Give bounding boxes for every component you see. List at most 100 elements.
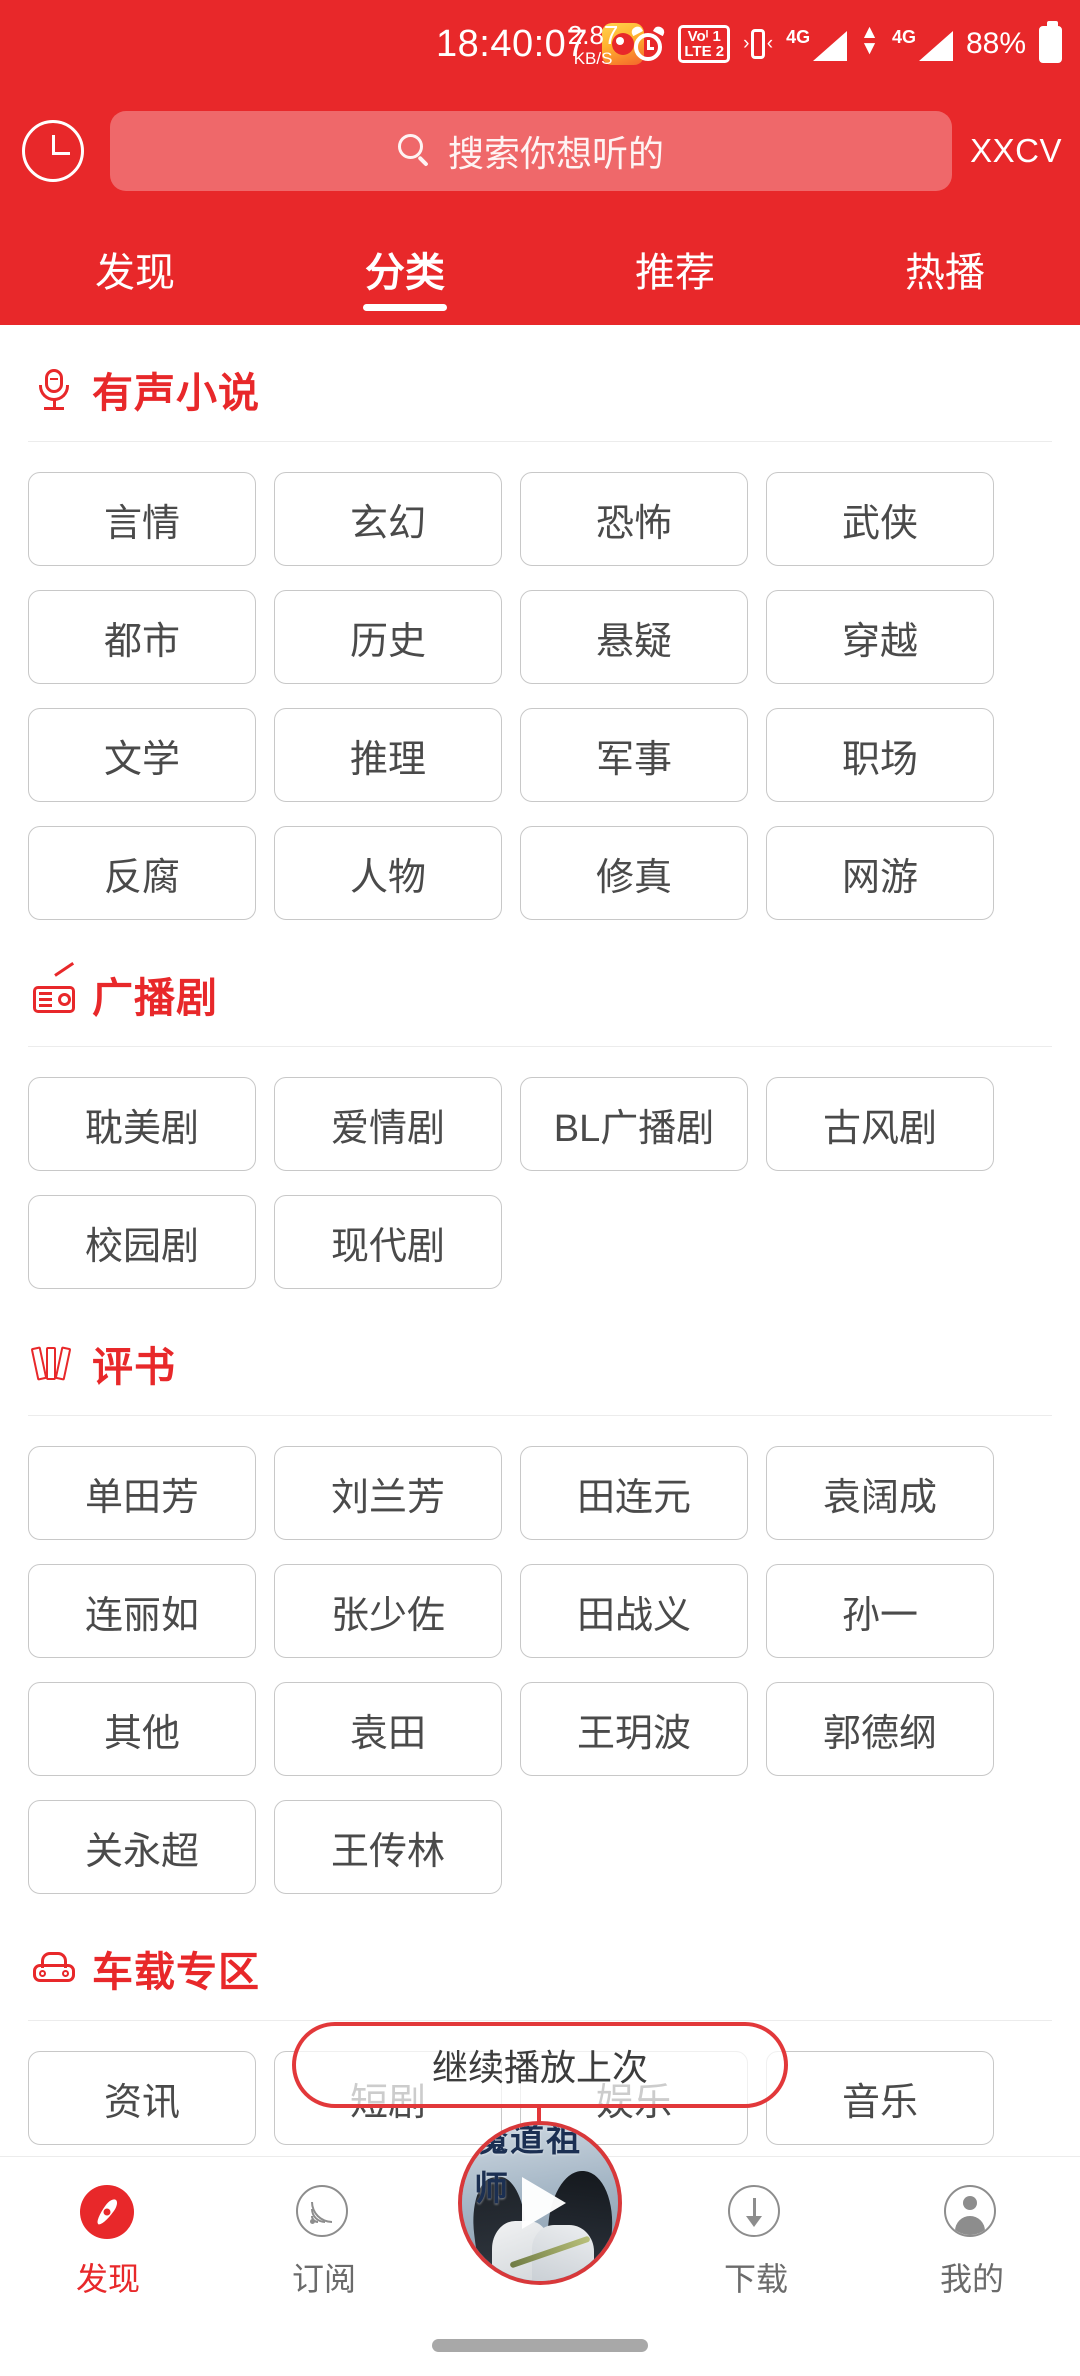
- category-chip[interactable]: 恐怖: [520, 472, 748, 566]
- category-chip[interactable]: 张少佐: [274, 1564, 502, 1658]
- nav-item-subscribe[interactable]: 订阅: [216, 2184, 432, 2300]
- category-chip[interactable]: 田连元: [520, 1446, 748, 1540]
- section-title: 车载专区: [92, 1949, 260, 1995]
- tab-bar: 发现 分类 推荐 热播: [0, 213, 1080, 325]
- tab-label: 推荐: [635, 251, 715, 295]
- category-chip[interactable]: 资讯: [28, 2051, 256, 2145]
- category-chip[interactable]: 关永超: [28, 1800, 256, 1894]
- category-chip[interactable]: 推理: [274, 708, 502, 802]
- sim2-network-label: 4G: [891, 27, 916, 47]
- category-chip[interactable]: 现代剧: [274, 1195, 502, 1289]
- category-chip[interactable]: 音乐: [766, 2051, 994, 2145]
- category-chip[interactable]: 耽美剧: [28, 1077, 256, 1171]
- data-transfer-icon: ▲ ▼: [860, 21, 879, 59]
- signal-sim1-icon: 4G: [786, 27, 848, 61]
- section-audiobooks: 有声小说 言情 玄幻 恐怖 武侠 都市 历史 悬疑 穿越 文学 推理 军事 职场…: [0, 325, 1080, 930]
- tab-label: 发现: [95, 251, 175, 295]
- network-speed-value: 2.87: [567, 19, 619, 50]
- category-chip[interactable]: 玄幻: [274, 472, 502, 566]
- category-chip[interactable]: 职场: [766, 708, 994, 802]
- nav-item-discover[interactable]: 发现: [0, 2184, 216, 2300]
- category-chip[interactable]: 袁阔成: [766, 1446, 994, 1540]
- microphone-icon: [32, 367, 76, 411]
- network-speed-unit: KB/S: [573, 48, 613, 68]
- category-chip[interactable]: 悬疑: [520, 590, 748, 684]
- storybook-icon: [30, 1341, 76, 1385]
- app-screen: 18:40:07 2.87 KB/S Voᴵ 1 LTE 2 › ‹ 4G ▲ …: [0, 0, 1080, 2376]
- section-header: 广播剧: [28, 930, 1052, 1046]
- vibrate-icon: › ‹: [743, 26, 773, 62]
- category-chip[interactable]: BL广播剧: [520, 1077, 748, 1171]
- category-chip[interactable]: 郭德纲: [766, 1682, 994, 1776]
- section-pingshu: 评书 单田芳 刘兰芳 田连元 袁阔成 连丽如 张少佐 田战义 孙一 其他 袁田 …: [0, 1299, 1080, 1904]
- category-chip[interactable]: 单田芳: [28, 1446, 256, 1540]
- category-chip[interactable]: 言情: [28, 472, 256, 566]
- category-chip[interactable]: 孙一: [766, 1564, 994, 1658]
- nav-item-mine[interactable]: 我的: [864, 2184, 1080, 2300]
- category-chip[interactable]: 军事: [520, 708, 748, 802]
- category-chip[interactable]: 反腐: [28, 826, 256, 920]
- category-chip[interactable]: 武侠: [766, 472, 994, 566]
- section-divider: [28, 1046, 1052, 1047]
- category-chip[interactable]: 网游: [766, 826, 994, 920]
- category-content: 有声小说 言情 玄幻 恐怖 武侠 都市 历史 悬疑 穿越 文学 推理 军事 职场…: [0, 325, 1080, 2273]
- home-indicator[interactable]: [432, 2339, 648, 2352]
- search-input[interactable]: 搜索你想听的: [110, 110, 953, 191]
- nav-label: 我的: [939, 2260, 1004, 2297]
- compass-icon: [80, 2184, 136, 2241]
- category-chip[interactable]: 王玥波: [520, 1682, 748, 1776]
- section-radiodrama: 广播剧 耽美剧 爱情剧 BL广播剧 古风剧 校园剧 现代剧: [0, 930, 1080, 1299]
- tab-rebo[interactable]: 热播: [810, 213, 1080, 325]
- category-chip[interactable]: 连丽如: [28, 1564, 256, 1658]
- download-icon: [728, 2184, 784, 2241]
- status-bar-right: 2.87 KB/S Voᴵ 1 LTE 2 › ‹ 4G ▲ ▼ 4G 88%: [568, 0, 1062, 88]
- album-art-player-button[interactable]: 魔道祖师: [458, 2121, 622, 2285]
- status-clock: 18:40:07: [436, 22, 588, 65]
- nav-item-download[interactable]: 下载: [648, 2184, 864, 2300]
- tab-faxian[interactable]: 发现: [0, 213, 270, 325]
- section-divider: [28, 2020, 1052, 2021]
- rss-icon: [296, 2184, 352, 2241]
- category-chip[interactable]: 穿越: [766, 590, 994, 684]
- volte-line2: LTE 2: [684, 43, 725, 60]
- category-chip[interactable]: 修真: [520, 826, 748, 920]
- category-chip[interactable]: 其他: [28, 1682, 256, 1776]
- category-chip[interactable]: 校园剧: [28, 1195, 256, 1289]
- category-chip[interactable]: 人物: [274, 826, 502, 920]
- search-icon: [398, 133, 432, 168]
- tab-label: 热播: [905, 251, 985, 295]
- section-header: 车载专区: [28, 1904, 1052, 2020]
- user-label[interactable]: XXCV: [970, 132, 1066, 170]
- category-chip[interactable]: 都市: [28, 590, 256, 684]
- category-chip[interactable]: 王传林: [274, 1800, 502, 1894]
- search-row: 搜索你想听的 XXCV: [0, 88, 1080, 213]
- app-header: 搜索你想听的 XXCV 发现 分类 推荐 热播: [0, 88, 1080, 325]
- section-divider: [28, 441, 1052, 442]
- tab-fenlei[interactable]: 分类: [270, 213, 540, 325]
- category-chip[interactable]: 袁田: [274, 1682, 502, 1776]
- section-divider: [28, 1415, 1052, 1416]
- tab-tuijian[interactable]: 推荐: [540, 213, 810, 325]
- nav-label: 发现: [75, 2260, 140, 2297]
- nav-label: 下载: [723, 2260, 788, 2297]
- alarm-clock-icon: [630, 24, 667, 61]
- category-chip[interactable]: 历史: [274, 590, 502, 684]
- signal-sim2-icon: 4G: [892, 27, 953, 61]
- section-title: 评书: [92, 1344, 176, 1390]
- section-header: 有声小说: [28, 325, 1052, 441]
- category-chip[interactable]: 刘兰芳: [274, 1446, 502, 1540]
- sim1-network-label: 4G: [786, 27, 811, 47]
- category-chip[interactable]: 文学: [28, 708, 256, 802]
- category-chip[interactable]: 爱情剧: [274, 1077, 502, 1171]
- user-icon: [944, 2184, 1000, 2241]
- status-bar: 18:40:07 2.87 KB/S Voᴵ 1 LTE 2 › ‹ 4G ▲ …: [0, 0, 1080, 88]
- category-chip[interactable]: 古风剧: [766, 1077, 994, 1171]
- section-title: 广播剧: [92, 975, 218, 1021]
- play-triangle-icon[interactable]: [522, 2177, 566, 2229]
- history-clock-icon[interactable]: [22, 119, 84, 182]
- resume-playback-button[interactable]: 继续播放上次: [292, 2022, 788, 2108]
- chip-grid: 单田芳 刘兰芳 田连元 袁阔成 连丽如 张少佐 田战义 孙一 其他 袁田 王玥波…: [28, 1420, 1052, 1904]
- category-chip[interactable]: 田战义: [520, 1564, 748, 1658]
- bottom-nav-row: 发现 订阅 魔道祖师: [0, 2121, 1080, 2327]
- tab-label: 分类: [365, 251, 445, 295]
